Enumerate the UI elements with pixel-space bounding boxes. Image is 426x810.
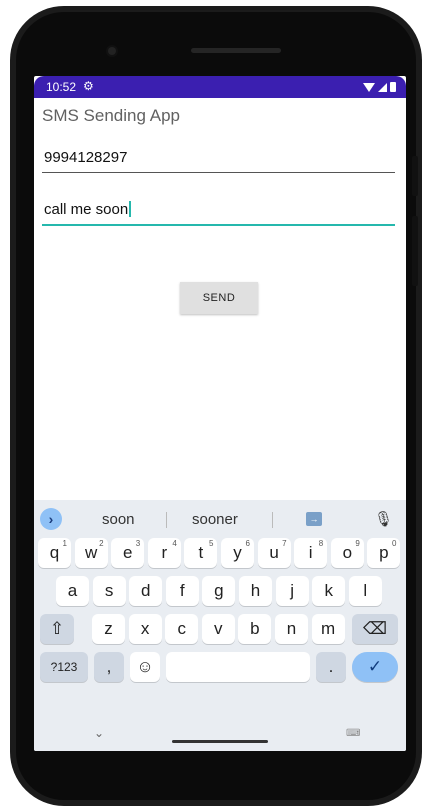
mic-icon[interactable]: 🎙 — [374, 510, 393, 528]
key-m[interactable]: m — [311, 614, 345, 644]
space-key[interactable] — [166, 652, 310, 682]
key-x[interactable]: x — [128, 614, 162, 644]
key-b[interactable]: b — [238, 614, 272, 644]
key-e[interactable]: e3 — [111, 538, 145, 568]
key-number-hint: 4 — [172, 539, 177, 548]
home-gesture-bar[interactable] — [172, 740, 268, 743]
key-c[interactable]: c — [165, 614, 199, 644]
signal-icon — [378, 82, 387, 92]
chevron-right-icon[interactable]: › — [40, 508, 62, 530]
volume-button — [412, 156, 418, 196]
chevron-down-icon[interactable]: ⌄ — [94, 726, 104, 740]
suggestion-divider — [272, 512, 273, 528]
key-y[interactable]: y6 — [221, 538, 254, 568]
symbols-key[interactable]: ?123 — [40, 652, 88, 682]
backspace-icon[interactable]: ⌫ — [352, 614, 398, 644]
key-number-hint: 3 — [135, 539, 141, 548]
speaker-grille — [191, 48, 281, 53]
comma-key[interactable]: , — [94, 652, 124, 682]
key-v[interactable]: v — [201, 614, 235, 644]
key-label: o — [342, 543, 353, 562]
phone-number-field[interactable]: 9994128297 — [42, 146, 395, 173]
send-button[interactable]: SEND — [180, 282, 258, 314]
key-j[interactable]: j — [275, 576, 309, 606]
app-title: SMS Sending App — [42, 106, 180, 125]
checkmark-icon[interactable]: ✓ — [352, 652, 398, 682]
key-label: q — [49, 543, 60, 562]
key-label: w — [84, 543, 98, 562]
shift-icon[interactable]: ⇧ — [40, 614, 74, 644]
keyboard-icon[interactable]: ⌨ — [346, 728, 360, 739]
key-a[interactable]: a — [56, 576, 89, 606]
key-label: y — [233, 543, 242, 562]
suggestion-divider — [166, 512, 167, 528]
key-number-hint: 2 — [99, 539, 104, 548]
key-number-hint: 8 — [318, 539, 324, 548]
wifi-icon — [363, 82, 375, 92]
key-p[interactable]: p0 — [367, 538, 401, 568]
battery-icon — [390, 82, 396, 92]
key-f[interactable]: f — [165, 576, 199, 606]
phone-number-value: 9994128297 — [44, 149, 128, 166]
key-q[interactable]: q1 — [38, 538, 71, 568]
key-o[interactable]: o9 — [330, 538, 364, 568]
key-number-hint: 5 — [208, 539, 214, 548]
key-number-hint: 0 — [391, 539, 397, 548]
message-value-wrap: call me soon — [44, 201, 131, 218]
text-cursor — [129, 201, 131, 217]
key-label: r — [161, 543, 168, 562]
key-label: i — [308, 543, 313, 562]
key-label: e — [122, 543, 133, 562]
emoji-icon[interactable]: ☺ — [130, 652, 160, 682]
status-icons — [363, 81, 396, 93]
key-h[interactable]: h — [239, 576, 272, 606]
soft-keyboard: › soon sooner → 🎙 q1w2e3r4t5y6u7i8o9p0 a… — [34, 500, 406, 751]
key-d[interactable]: d — [129, 576, 163, 606]
status-time: 10:52 — [46, 80, 77, 94]
phone-screen: 10:52 ⚙ SMS Sending App 9994128297 call … — [34, 76, 406, 751]
message-field[interactable]: call me soon — [42, 198, 395, 226]
suggestion-1[interactable]: soon — [102, 511, 135, 528]
suggestion-2[interactable]: sooner — [192, 511, 238, 528]
key-l[interactable]: l — [348, 576, 382, 606]
key-number-hint: 9 — [355, 539, 360, 548]
key-label: p — [379, 543, 389, 562]
gear-icon: ⚙ — [83, 79, 94, 93]
emoji-suggestion-icon[interactable]: → — [306, 512, 322, 526]
key-t[interactable]: t5 — [184, 538, 218, 568]
key-u[interactable]: u7 — [257, 538, 291, 568]
camera-icon — [108, 47, 116, 55]
key-k[interactable]: k — [312, 576, 346, 606]
suggestion-bar: › soon sooner → 🎙 — [34, 504, 406, 534]
key-number-hint: 1 — [62, 539, 67, 548]
key-z[interactable]: z — [92, 614, 125, 644]
key-label: u — [269, 543, 279, 562]
key-number-hint: 7 — [282, 539, 287, 548]
key-s[interactable]: s — [92, 576, 126, 606]
key-number-hint: 6 — [245, 539, 250, 548]
period-key[interactable]: . — [316, 652, 346, 682]
key-i[interactable]: i8 — [294, 538, 328, 568]
key-g[interactable]: g — [202, 576, 236, 606]
key-n[interactable]: n — [275, 614, 308, 644]
status-bar: 10:52 ⚙ — [34, 76, 406, 98]
power-button — [412, 216, 418, 286]
key-w[interactable]: w2 — [74, 538, 108, 568]
message-value: call me soon — [44, 201, 129, 218]
key-label: t — [198, 543, 204, 562]
key-r[interactable]: r4 — [147, 538, 181, 568]
